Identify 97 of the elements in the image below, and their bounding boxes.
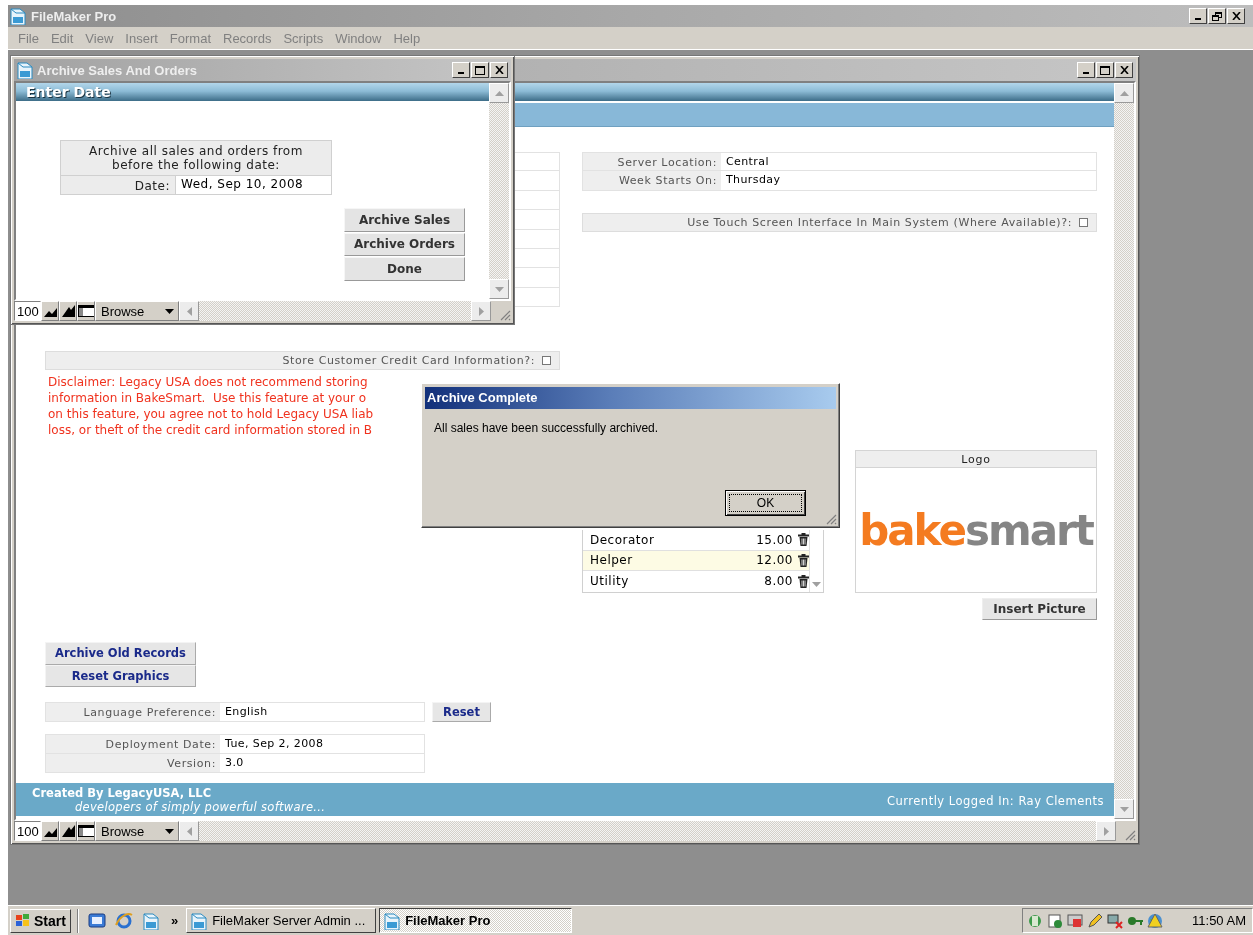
action-button[interactable]: Archive Sales: [344, 208, 465, 232]
tagline-text: developers of simply powerful software...: [74, 800, 326, 814]
mode-dropdown[interactable]: Browse: [95, 821, 179, 841]
scroll-down-button[interactable]: [1114, 799, 1134, 819]
table-row[interactable]: Decorator 15.00: [583, 530, 809, 551]
minimize-button[interactable]: [1077, 62, 1095, 78]
close-icon[interactable]: [494, 66, 504, 74]
table-cell: 15.00: [756, 532, 793, 547]
scroll-up-button[interactable]: [1114, 83, 1134, 103]
status-area-button[interactable]: [77, 821, 95, 841]
clock: 11:50 AM: [1192, 913, 1246, 928]
minimize-button[interactable]: [1189, 8, 1207, 24]
disclaimer-text: Disclaimer: Legacy USA does not recommend storing: [48, 374, 368, 391]
scroll-down-icon[interactable]: [812, 581, 821, 587]
insert-picture-button[interactable]: Insert Picture: [982, 598, 1097, 621]
taskbar-button[interactable]: FileMaker Server Admin ...: [186, 908, 377, 933]
scroll-left-button[interactable]: [179, 821, 199, 841]
flag-icon: [15, 913, 31, 928]
scroll-up-button[interactable]: [489, 83, 509, 103]
zoom-level-field[interactable]: 100: [14, 821, 41, 841]
status-area-button[interactable]: [77, 301, 95, 321]
maximize-button[interactable]: [471, 62, 489, 78]
table-row[interactable]: Helper 12.00: [583, 550, 809, 572]
window-icon[interactable]: [78, 305, 94, 317]
app-icon: [10, 7, 26, 25]
maximize-icon[interactable]: [475, 65, 485, 75]
action-button[interactable]: Archive Old Records: [45, 642, 196, 665]
close-icon[interactable]: [1231, 12, 1241, 20]
zoom-in-button[interactable]: [59, 821, 77, 841]
app-title: FileMaker Pro: [31, 8, 117, 24]
action-button[interactable]: Done: [344, 257, 465, 281]
warning-icon[interactable]: [1147, 912, 1163, 929]
more-button[interactable]: »: [165, 913, 184, 928]
table-cell-text: Decorator: [590, 532, 656, 547]
login-status: Currently Logged In: Ray Clements: [886, 793, 1105, 810]
trash-icon[interactable]: [798, 533, 809, 547]
start-button[interactable]: Start: [10, 908, 71, 933]
disclaimer-text: loss, or theft of the credit card information stored in B: [48, 422, 373, 439]
scroll-right-button[interactable]: [471, 301, 491, 321]
pencil-icon[interactable]: [1087, 912, 1103, 929]
window-title: Archive Sales And Orders: [37, 62, 197, 78]
reset-button[interactable]: Reset: [432, 702, 491, 723]
caret-icon: [165, 308, 174, 314]
document-icon[interactable]: [384, 911, 401, 930]
close-button[interactable]: [490, 62, 508, 78]
network-icon[interactable]: [1027, 912, 1043, 929]
dialog-title: Archive Complete: [425, 387, 836, 409]
document-icon[interactable]: [1047, 912, 1063, 929]
checkbox[interactable]: [542, 356, 551, 366]
action-button[interactable]: Reset Graphics: [45, 664, 196, 688]
caret-icon: [165, 828, 174, 834]
close-button[interactable]: [1227, 8, 1245, 24]
large-mountain-icon[interactable]: [61, 825, 75, 837]
resize-grip-icon: [826, 514, 837, 525]
restore-icon[interactable]: [1212, 11, 1222, 21]
taskbar-button[interactable]: FileMaker Pro: [379, 908, 573, 933]
maximize-button[interactable]: [1096, 62, 1114, 78]
section-header: Enter Date: [16, 83, 489, 103]
table-cell: 12.00: [756, 553, 793, 568]
ok-button[interactable]: OK: [725, 490, 806, 516]
zoom-level-field[interactable]: 100: [14, 301, 41, 321]
close-icon[interactable]: [1119, 66, 1129, 74]
option-label: Use Touch Screen Interface In Main System (Where Available)?:: [687, 215, 1072, 229]
resize-grip-icon: [500, 310, 511, 321]
scroll-down-button[interactable]: [489, 279, 509, 299]
minimize-button[interactable]: [452, 62, 470, 78]
credit-text: Created By LegacyUSA, LLC: [32, 786, 213, 800]
document-icon[interactable]: [191, 911, 208, 930]
computer-icon[interactable]: [1107, 912, 1123, 929]
dialog-message: All sales have been successfully archived.: [433, 420, 660, 437]
table-cell-text: Helper: [590, 553, 634, 568]
zoom-in-button[interactable]: [59, 301, 77, 321]
checkbox[interactable]: [1079, 217, 1088, 227]
large-mountain-icon[interactable]: [61, 305, 75, 317]
table-cell-text: Utility: [590, 574, 630, 589]
disclaimer-text: information in BakeSmart. Use this feature at your o: [48, 390, 367, 407]
mode-dropdown[interactable]: Browse: [95, 301, 179, 321]
zoom-out-button[interactable]: [41, 821, 59, 841]
table-cell: 8.00: [764, 574, 793, 589]
logo-label: Logo: [855, 450, 1097, 469]
zoom-out-button[interactable]: [41, 301, 59, 321]
trash-icon[interactable]: [798, 553, 809, 567]
trash-icon[interactable]: [798, 574, 809, 588]
document-icon: [17, 61, 33, 79]
maximize-icon[interactable]: [1100, 65, 1110, 75]
disclaimer-text: on this feature, you agree not to hold Legacy USA liab: [48, 406, 374, 423]
action-button[interactable]: Archive Orders: [344, 232, 465, 256]
monitor-icon[interactable]: [1067, 912, 1083, 929]
restore-button[interactable]: [1208, 8, 1226, 24]
brand-logo: bakesmart: [859, 505, 1093, 555]
scroll-right-button[interactable]: [1096, 821, 1116, 841]
prompt-text: Archive all sales and orders from before the following date:: [60, 140, 332, 176]
resize-grip-icon: [1125, 830, 1136, 841]
scroll-left-button[interactable]: [179, 301, 199, 321]
window-icon[interactable]: [78, 825, 94, 837]
close-button[interactable]: [1115, 62, 1133, 78]
option-label: Store Customer Credit Card Information?:: [282, 354, 535, 368]
